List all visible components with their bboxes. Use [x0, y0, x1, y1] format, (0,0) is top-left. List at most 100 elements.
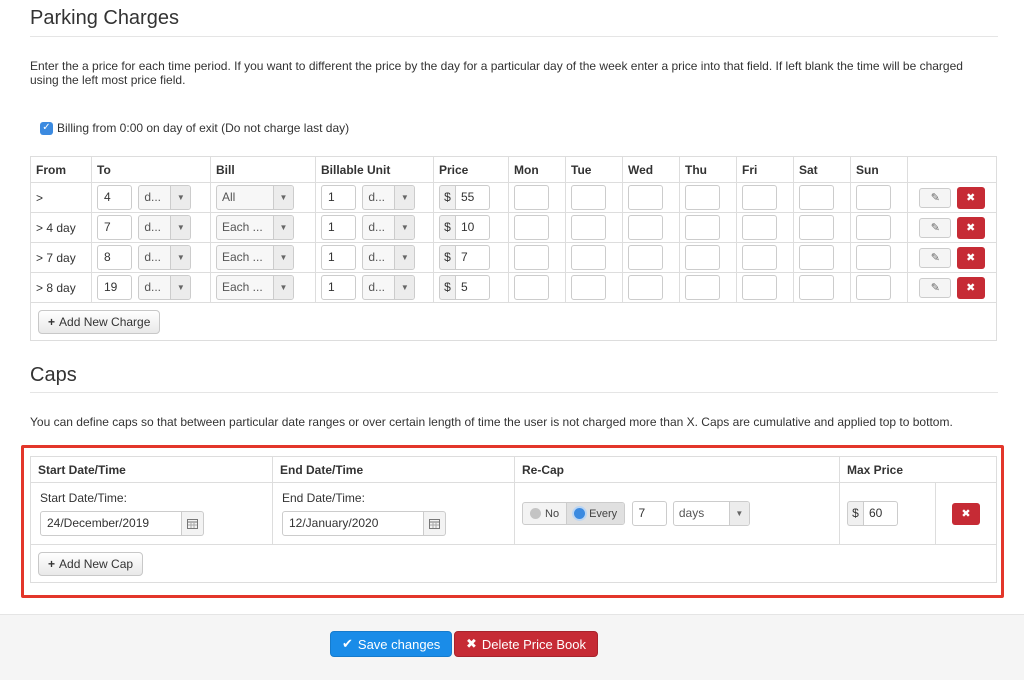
mon-price-input[interactable]: [514, 245, 549, 270]
price-input[interactable]: $ 10: [439, 215, 490, 240]
to-input[interactable]: 19: [97, 275, 132, 300]
price-value: 10: [455, 215, 490, 240]
bill-select[interactable]: Each ... ▼: [216, 245, 294, 270]
wed-price-input[interactable]: [628, 215, 663, 240]
recap-no-option[interactable]: No: [523, 503, 566, 524]
column-header: Mon: [508, 156, 566, 183]
delete-price-book-button[interactable]: ✖ Delete Price Book: [454, 631, 598, 657]
thu-price-input[interactable]: [685, 245, 720, 270]
tue-price-input[interactable]: [571, 275, 606, 300]
sun-price-input[interactable]: [856, 275, 891, 300]
sat-price-input[interactable]: [799, 215, 834, 240]
tue-price-input[interactable]: [571, 215, 606, 240]
currency-addon: $: [439, 215, 455, 240]
to-unit-select[interactable]: d... ▼: [138, 215, 192, 240]
billable-unit-qty-input[interactable]: 1: [321, 275, 356, 300]
billable-unit-qty-input[interactable]: 1: [321, 245, 356, 270]
delete-charge-button[interactable]: ✖: [956, 216, 985, 239]
max-price-input[interactable]: $ 60: [847, 501, 898, 526]
tue-price-input[interactable]: [571, 245, 606, 270]
billable-unit-select[interactable]: d... ▼: [362, 185, 416, 210]
bill-select[interactable]: Each ... ▼: [216, 275, 294, 300]
billable-unit-select[interactable]: d... ▼: [362, 245, 416, 270]
save-changes-button[interactable]: ✔ Save changes: [330, 631, 453, 657]
edit-icon[interactable]: ✎: [919, 247, 952, 268]
radio-icon: [530, 508, 541, 519]
delete-charge-button[interactable]: ✖: [956, 276, 985, 299]
edit-icon[interactable]: ✎: [919, 277, 952, 298]
start-date-input[interactable]: 24/December/2019: [40, 511, 182, 536]
chevron-down-icon: ▼: [394, 216, 415, 239]
add-new-cap-button[interactable]: + Add New Cap: [38, 551, 144, 576]
calendar-icon[interactable]: [424, 511, 446, 536]
to-unit-select[interactable]: d... ▼: [138, 245, 192, 270]
caps-title: Caps: [30, 364, 77, 386]
cap-actions-cell: ✖: [934, 482, 998, 545]
bill-select[interactable]: All ▼: [216, 185, 294, 210]
wed-price-input[interactable]: [628, 185, 663, 210]
to-input[interactable]: 7: [97, 215, 132, 240]
sat-price-input[interactable]: [799, 245, 834, 270]
sun-price-input[interactable]: [856, 185, 891, 210]
edit-icon[interactable]: ✎: [919, 217, 952, 238]
wed-price-input[interactable]: [628, 245, 663, 270]
price-input[interactable]: $ 55: [439, 185, 490, 210]
max-price-cell: $ 60: [839, 482, 936, 545]
chevron-down-icon: ▼: [273, 186, 293, 209]
price-value: 55: [455, 185, 490, 210]
from-cell: > 4 day: [30, 212, 92, 243]
mon-price-input[interactable]: [514, 215, 549, 240]
to-input[interactable]: 4: [97, 185, 132, 210]
recap-toggle[interactable]: No Every: [522, 502, 626, 525]
start-date-label: Start Date/Time:: [40, 491, 127, 505]
wed-price-input[interactable]: [628, 275, 663, 300]
delete-charge-button[interactable]: ✖: [956, 186, 985, 209]
column-header: Price: [433, 156, 509, 183]
bill-select[interactable]: Each ... ▼: [216, 215, 294, 240]
add-new-charge-button[interactable]: + Add New Charge: [38, 309, 161, 334]
price-input[interactable]: $ 5: [439, 275, 490, 300]
sat-price-input[interactable]: [799, 275, 834, 300]
sat-price-cell: [793, 272, 851, 303]
mon-price-cell: [508, 242, 566, 273]
to-input[interactable]: 8: [97, 245, 132, 270]
caps-description: You can define caps so that between part…: [30, 415, 953, 429]
delete-charge-button[interactable]: ✖: [956, 246, 985, 269]
end-date-input[interactable]: 12/January/2020: [282, 511, 424, 536]
edit-icon[interactable]: ✎: [919, 187, 952, 208]
recap-unit-select[interactable]: days ▼: [672, 501, 750, 526]
mon-price-input[interactable]: [514, 185, 549, 210]
billable-unit-select[interactable]: d... ▼: [362, 215, 416, 240]
fri-price-cell: [736, 242, 794, 273]
tue-price-cell: [565, 212, 623, 243]
sat-price-input[interactable]: [799, 185, 834, 210]
plus-icon: +: [48, 556, 56, 571]
calendar-icon[interactable]: [182, 511, 204, 536]
billable-unit-qty-input[interactable]: 1: [321, 215, 356, 240]
fri-price-input[interactable]: [742, 245, 777, 270]
fri-price-input[interactable]: [742, 275, 777, 300]
price-input[interactable]: $ 7: [439, 245, 490, 270]
to-unit-select[interactable]: d... ▼: [138, 275, 192, 300]
billable-unit-cell: 1 d... ▼: [315, 182, 434, 213]
thu-price-input[interactable]: [685, 275, 720, 300]
tue-price-input[interactable]: [571, 185, 606, 210]
fri-price-input[interactable]: [742, 215, 777, 240]
fri-price-input[interactable]: [742, 185, 777, 210]
form-footer: ✔ Save changes ✖ Delete Price Book: [0, 614, 1024, 680]
sun-price-input[interactable]: [856, 245, 891, 270]
sun-price-input[interactable]: [856, 215, 891, 240]
to-unit-select[interactable]: d... ▼: [138, 185, 192, 210]
thu-price-input[interactable]: [685, 185, 720, 210]
billable-unit-qty-input[interactable]: 1: [321, 185, 356, 210]
recap-every-option[interactable]: Every: [566, 503, 625, 524]
billable-unit-value: d...: [368, 280, 386, 294]
recap-quantity-input[interactable]: 7: [631, 501, 667, 526]
mon-price-input[interactable]: [514, 275, 549, 300]
thu-price-input[interactable]: [685, 215, 720, 240]
bill-value: Each ...: [222, 250, 263, 264]
billing-checkbox[interactable]: ✓: [40, 121, 53, 135]
delete-cap-button[interactable]: ✖: [952, 502, 980, 525]
chevron-down-icon: ▼: [273, 246, 293, 269]
billable-unit-select[interactable]: d... ▼: [362, 275, 416, 300]
